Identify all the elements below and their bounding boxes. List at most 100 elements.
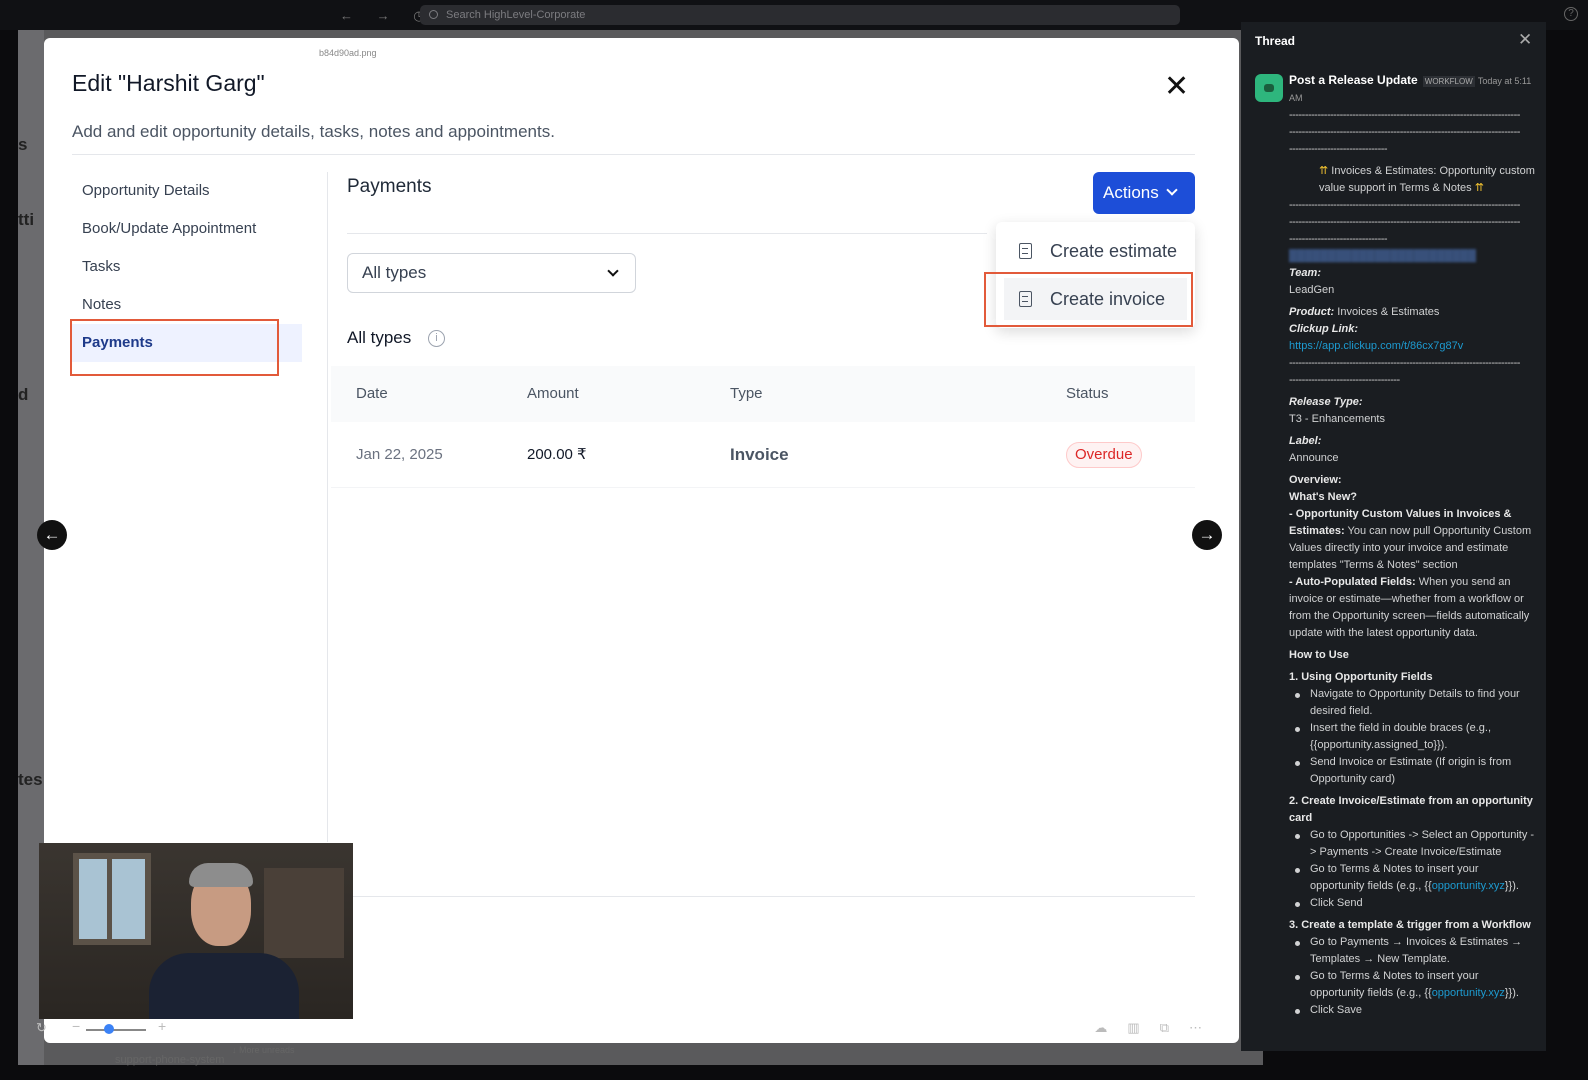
step-2-list: Go to Opportunities -> Select an Opportu… bbox=[1289, 827, 1535, 912]
cell-amount: 200.00 ₹ bbox=[527, 446, 587, 463]
separator: ----------------------------------------… bbox=[1289, 199, 1520, 211]
list-item: Navigate to Opportunity Details to find … bbox=[1295, 686, 1535, 720]
next-arrow-button[interactable]: → bbox=[1192, 520, 1222, 550]
background-fragment: tes bbox=[18, 770, 43, 789]
separator: ----------------------------------------… bbox=[1289, 126, 1520, 138]
step-1-list: Navigate to Opportunity Details to find … bbox=[1289, 686, 1535, 788]
close-icon[interactable]: ✕ bbox=[1518, 31, 1532, 48]
overview-heading: Overview: bbox=[1289, 474, 1342, 486]
zoom-slider[interactable]: − + bbox=[72, 1018, 172, 1038]
rotate-icon[interactable]: ↻ bbox=[36, 1020, 47, 1036]
separator: ----------------------------------------… bbox=[1289, 357, 1520, 369]
sidebar-item-tasks[interactable]: Tasks bbox=[72, 248, 302, 286]
divider bbox=[327, 172, 328, 842]
thread-panel: Thread ✕ Post a Release Update WORKFLOW … bbox=[1241, 22, 1546, 1051]
document-icon bbox=[1019, 243, 1032, 259]
payments-title: Payments bbox=[347, 176, 432, 197]
close-icon[interactable]: ✕ bbox=[1164, 72, 1189, 102]
file-label: b84d90ad.png bbox=[319, 48, 377, 58]
presenter-body bbox=[149, 953, 299, 1019]
menu-item-create-estimate[interactable]: Create estimate bbox=[1004, 230, 1187, 272]
separator: ----------------------------------- bbox=[1289, 374, 1400, 386]
whats-new-heading: What's New? bbox=[1289, 491, 1358, 503]
team-value: LeadGen bbox=[1289, 284, 1335, 296]
opportunity-xyz-link[interactable]: opportunity.xyz bbox=[1432, 987, 1505, 999]
release-type-label: Release Type: bbox=[1289, 396, 1363, 408]
highlight-box-create-invoice bbox=[984, 272, 1193, 327]
thread-title: Thread bbox=[1255, 34, 1296, 48]
product-value: Invoices & Estimates bbox=[1337, 306, 1440, 318]
background-fragment: tti bbox=[18, 210, 35, 229]
arrows-icon: ⇈ bbox=[1319, 165, 1332, 177]
channel-name[interactable]: support-phone-system bbox=[115, 1054, 224, 1066]
product-label: Product: bbox=[1289, 306, 1335, 318]
step-3-title: 3. Create a template & trigger from a Wo… bbox=[1289, 919, 1531, 931]
list-item: Click Save bbox=[1295, 1002, 1535, 1019]
list-item: Go to Terms & Notes to insert your oppor… bbox=[1295, 968, 1535, 1002]
step-2-title: 2. Create Invoice/Estimate from an oppor… bbox=[1289, 795, 1533, 824]
separator: ----------------------------------------… bbox=[1289, 216, 1520, 228]
how-to-heading: How to Use bbox=[1289, 649, 1349, 661]
list-item: Go to Opportunities -> Select an Opportu… bbox=[1295, 827, 1535, 861]
sidebar-item-opportunity-details[interactable]: Opportunity Details bbox=[72, 172, 302, 210]
presenter-hair bbox=[189, 863, 253, 887]
step-1-title: 1. Using Opportunity Fields bbox=[1289, 671, 1433, 683]
list-item: Go to Terms & Notes to insert your oppor… bbox=[1295, 861, 1535, 895]
clickup-label: Clickup Link: bbox=[1289, 323, 1359, 335]
list-item: Insert the field in double braces (e.g.,… bbox=[1295, 720, 1535, 754]
opportunity-xyz-link[interactable]: opportunity.xyz bbox=[1432, 880, 1505, 892]
thread-message: Post a Release Update WORKFLOW Today at … bbox=[1289, 72, 1535, 1019]
zoom-knob[interactable] bbox=[104, 1024, 114, 1034]
divider bbox=[347, 896, 1195, 897]
modal-title: Edit "Harshit Garg" bbox=[72, 70, 265, 96]
sender-name[interactable]: Post a Release Update bbox=[1289, 73, 1418, 87]
actions-button[interactable]: Actions bbox=[1093, 172, 1195, 214]
section-title: All types bbox=[347, 328, 412, 347]
list-item: Send Invoice or Estimate (If origin is f… bbox=[1295, 754, 1535, 788]
arrows-icon: ⇈ bbox=[1471, 182, 1484, 194]
more-unreads[interactable]: ↓ More unreads bbox=[232, 1045, 295, 1055]
label-value: Announce bbox=[1289, 452, 1339, 464]
viewer-controls: ↻ − + ☁▥⧉⋯ bbox=[18, 1018, 1240, 1042]
bot-avatar bbox=[1255, 74, 1283, 102]
column-header-amount[interactable]: Amount bbox=[527, 366, 579, 422]
presenter-video bbox=[39, 843, 353, 1019]
zoom-track bbox=[86, 1029, 146, 1031]
help-icon[interactable]: ? bbox=[1564, 7, 1578, 21]
background-fragment: s bbox=[18, 135, 28, 154]
highlight-box-payments bbox=[70, 319, 279, 376]
column-header-status[interactable]: Status bbox=[1066, 366, 1109, 422]
table-row[interactable]: Jan 22, 2025 200.00 ₹ Invoice Overdue bbox=[331, 422, 1195, 488]
cell-type: Invoice bbox=[730, 445, 789, 464]
release-heading: ⇈ Invoices & Estimates: Opportunity cust… bbox=[1319, 165, 1535, 194]
divider bbox=[72, 154, 1195, 155]
info-icon[interactable]: i bbox=[428, 330, 445, 347]
actions-label: Actions bbox=[1103, 183, 1159, 202]
chevron-down-icon bbox=[1166, 184, 1178, 196]
redacted-line: ████████████████████████ bbox=[1289, 250, 1477, 262]
separator: ------------------------------- bbox=[1289, 233, 1388, 245]
list-item: Click Send bbox=[1295, 895, 1535, 912]
separator: ------------------------------- bbox=[1289, 143, 1388, 155]
menu-item-label: Create estimate bbox=[1050, 241, 1178, 261]
search-input[interactable]: Search HighLevel-Corporate bbox=[420, 5, 1180, 25]
workflow-badge: WORKFLOW bbox=[1422, 76, 1475, 87]
step-3-list: Go to Payments → Invoices & Estimates → … bbox=[1289, 934, 1535, 1019]
column-header-type[interactable]: Type bbox=[730, 366, 763, 422]
video-shelf bbox=[264, 868, 344, 958]
column-header-date[interactable]: Date bbox=[356, 366, 388, 422]
viewer-action-icons[interactable]: ☁▥⧉⋯ bbox=[1094, 1020, 1222, 1036]
background-fragment: d bbox=[18, 385, 29, 404]
prev-arrow-button[interactable]: ← bbox=[37, 520, 67, 550]
sidebar-item-book-appointment[interactable]: Book/Update Appointment bbox=[72, 210, 302, 248]
list-item: Go to Payments → Invoices & Estimates → … bbox=[1295, 934, 1535, 968]
type-filter-select[interactable]: All types bbox=[347, 253, 636, 293]
video-window bbox=[73, 853, 151, 945]
cell-date: Jan 22, 2025 bbox=[356, 446, 443, 463]
label-label: Label: bbox=[1289, 435, 1322, 447]
clickup-link[interactable]: https://app.clickup.com/t/86cx7g87v bbox=[1289, 338, 1535, 355]
type-filter-value: All types bbox=[362, 263, 427, 282]
chevron-down-icon bbox=[607, 265, 619, 277]
zoom-out-icon[interactable]: − bbox=[72, 1018, 80, 1034]
zoom-in-icon[interactable]: + bbox=[158, 1018, 166, 1034]
